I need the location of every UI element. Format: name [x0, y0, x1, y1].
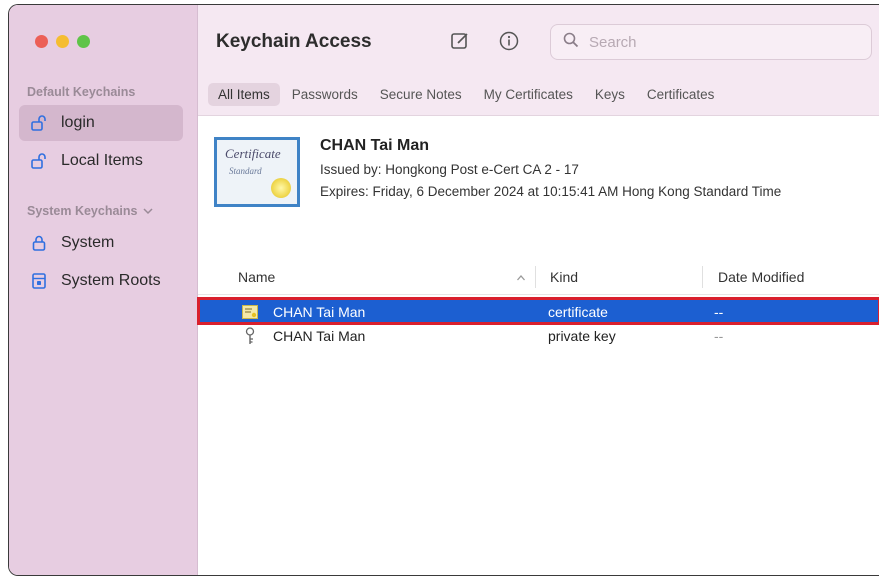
close-window-button[interactable]	[35, 35, 48, 48]
tab-keys[interactable]: Keys	[585, 83, 635, 106]
column-header-kind[interactable]: Kind	[550, 269, 578, 285]
category-tabs: All Items Passwords Secure Notes My Cert…	[208, 83, 726, 106]
tab-all-items[interactable]: All Items	[208, 83, 280, 106]
sidebar-item-login[interactable]: login	[19, 105, 183, 141]
row-kind: certificate	[548, 304, 608, 320]
column-header-name[interactable]: Name	[238, 269, 275, 285]
items-table: Name Kind Date Modified CHAN Tai Man cer…	[197, 260, 879, 575]
info-button[interactable]	[496, 30, 522, 56]
info-icon	[498, 30, 520, 57]
chevron-down-icon	[143, 204, 153, 218]
lock-open-icon	[29, 113, 49, 133]
certificate-expiry: Expires: Friday, 6 December 2024 at 10:1…	[320, 184, 782, 199]
certificate-name: CHAN Tai Man	[320, 137, 430, 154]
seal-icon	[271, 178, 291, 198]
table-header: Name Kind Date Modified	[198, 260, 879, 295]
default-keychains-label: Default Keychains	[27, 85, 136, 99]
keychain-window: Default Keychains login Local Items Syst…	[8, 4, 879, 576]
column-divider[interactable]	[535, 266, 536, 288]
app-title: Keychain Access	[216, 31, 372, 52]
key-icon	[244, 327, 256, 348]
cabinet-icon	[29, 271, 49, 291]
column-divider[interactable]	[702, 266, 703, 288]
row-kind: private key	[548, 328, 616, 344]
row-date: --	[714, 328, 724, 344]
zoom-window-button[interactable]	[77, 35, 90, 48]
sidebar-item-label: Local Items	[61, 152, 143, 169]
table-row[interactable]: CHAN Tai Man certificate --	[197, 297, 879, 325]
toolbar: Keychain Access All Items Passwords	[198, 5, 879, 116]
row-name: CHAN Tai Man	[273, 328, 366, 344]
compose-icon	[449, 30, 471, 57]
new-item-button[interactable]	[447, 30, 473, 56]
table-row[interactable]: CHAN Tai Man private key --	[198, 324, 879, 348]
tab-my-certificates[interactable]: My Certificates	[474, 83, 583, 106]
minimize-window-button[interactable]	[56, 35, 69, 48]
main-content: Keychain Access All Items Passwords	[197, 5, 879, 575]
search-input[interactable]	[587, 32, 851, 52]
sidebar-item-system[interactable]: System	[19, 225, 183, 261]
column-header-date[interactable]: Date Modified	[718, 269, 804, 285]
search-field[interactable]	[550, 24, 872, 60]
row-date: --	[714, 304, 724, 320]
sidebar-item-label: login	[61, 114, 95, 131]
sidebar: Default Keychains login Local Items Syst…	[9, 5, 198, 575]
sidebar-item-system-roots[interactable]: System Roots	[19, 263, 183, 299]
tab-certificates[interactable]: Certificates	[637, 83, 725, 106]
system-keychains-label[interactable]: System Keychains	[27, 204, 153, 218]
lock-open-icon	[29, 151, 49, 171]
sidebar-item-label: System	[61, 234, 115, 251]
certificate-icon	[242, 305, 258, 322]
sidebar-item-label: System Roots	[61, 272, 161, 289]
tab-passwords[interactable]: Passwords	[282, 83, 368, 106]
row-name: CHAN Tai Man	[273, 304, 366, 320]
certificate-issuer: Issued by: Hongkong Post e-Cert CA 2 - 1…	[320, 162, 579, 177]
tab-secure-notes[interactable]: Secure Notes	[370, 83, 472, 106]
sort-ascending-icon[interactable]	[516, 270, 526, 286]
search-icon	[563, 32, 579, 53]
certificate-details: Certificate Standard CHAN Tai Man Issued…	[198, 116, 879, 260]
sidebar-item-local-items[interactable]: Local Items	[19, 143, 183, 179]
certificate-image: Certificate Standard	[214, 137, 300, 207]
lock-icon	[29, 233, 49, 253]
window-controls	[35, 35, 90, 48]
